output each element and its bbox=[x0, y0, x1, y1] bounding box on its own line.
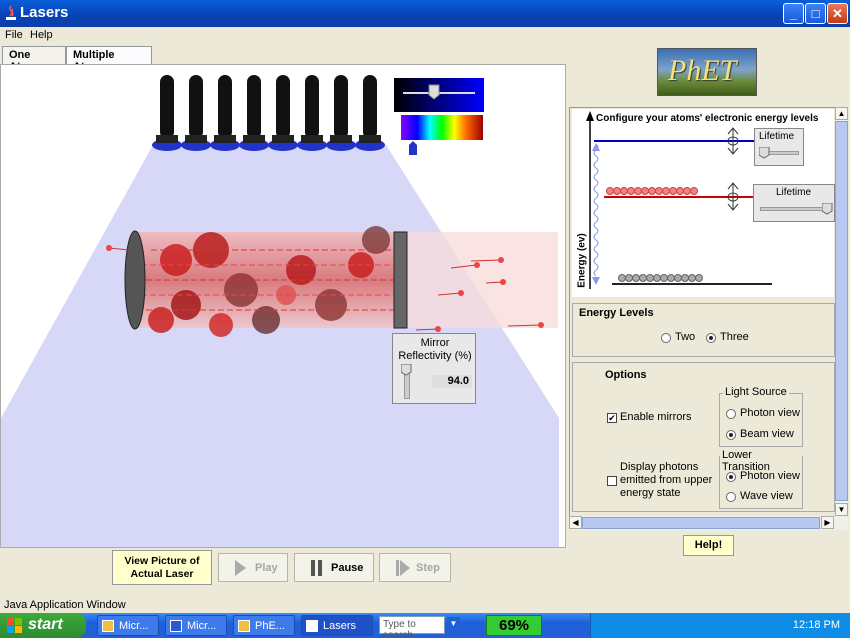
status-bar: Java Application Window bbox=[0, 596, 850, 613]
display-photons-checkbox[interactable] bbox=[607, 476, 617, 486]
app-icon bbox=[102, 620, 114, 632]
energy-level-diagram: Configure your atoms' electronic energy … bbox=[572, 109, 835, 297]
energy-axis-label: Energy (ev) bbox=[576, 233, 588, 288]
pump-lamps bbox=[152, 75, 385, 151]
pause-button[interactable]: Pause bbox=[294, 553, 374, 582]
radio-three-levels[interactable] bbox=[706, 333, 716, 343]
lifetime-track[interactable] bbox=[760, 207, 830, 211]
laser-canvas: Mirror Reflectivity (%) 94.0 bbox=[0, 64, 566, 548]
help-button[interactable]: Help! bbox=[683, 535, 734, 556]
start-button[interactable]: start bbox=[0, 613, 86, 638]
scroll-right-icon[interactable]: ▶ bbox=[821, 516, 834, 529]
tab-multiple-atoms[interactable]: Multiple Atoms bbox=[66, 46, 152, 73]
phet-logo[interactable]: PhET bbox=[657, 48, 757, 96]
lower-photon-view-label[interactable]: Photon view bbox=[740, 470, 800, 482]
play-button[interactable]: Play bbox=[218, 553, 288, 582]
light-source-title: Light Source bbox=[723, 386, 789, 398]
upper-lifetime-slider[interactable]: Lifetime bbox=[754, 128, 804, 166]
java-icon bbox=[6, 5, 16, 20]
folder-icon bbox=[238, 620, 250, 632]
lower-wave-view-label[interactable]: Wave view bbox=[740, 490, 793, 502]
light-photon-view-radio[interactable] bbox=[726, 409, 736, 419]
light-photon-view-label[interactable]: Photon view bbox=[740, 407, 800, 419]
energy-levels-title: Energy Levels bbox=[579, 307, 654, 319]
laser-tube bbox=[124, 226, 408, 337]
search-dropdown-icon[interactable]: ▼ bbox=[447, 617, 460, 630]
windows-taskbar: start Micr... Micr... PhE... Lasers Type… bbox=[0, 613, 850, 638]
mirror-reflectivity-control[interactable]: Mirror Reflectivity (%) 94.0 bbox=[392, 333, 476, 404]
vertical-scroll-thumb[interactable] bbox=[835, 121, 848, 501]
enable-mirrors-label[interactable]: Enable mirrors bbox=[620, 411, 692, 423]
status-text: Java Application Window bbox=[4, 599, 126, 611]
system-tray: 12:18 PM bbox=[590, 613, 850, 638]
view-picture-button[interactable]: View Picture of Actual Laser bbox=[112, 550, 212, 585]
task-item[interactable]: Micr... bbox=[97, 615, 159, 636]
laser-scene bbox=[1, 75, 559, 547]
step-button[interactable]: Step bbox=[379, 553, 451, 582]
menu-file[interactable]: File bbox=[5, 29, 23, 41]
options-group: Options ✔ Enable mirrors Display photons… bbox=[572, 362, 835, 512]
horizontal-scrollbar[interactable]: ◀ ▶ bbox=[569, 516, 848, 530]
vertical-scrollbar[interactable]: ▲ ▼ bbox=[835, 107, 848, 516]
close-button[interactable]: ✕ bbox=[827, 3, 848, 24]
horizontal-scroll-thumb[interactable] bbox=[582, 517, 820, 529]
lower-transition-group: Lower Transition Photon view Wave view bbox=[719, 449, 803, 509]
pause-icon bbox=[311, 560, 322, 576]
windows-logo-icon bbox=[7, 618, 22, 633]
energy-levels-group: Energy Levels Two Three bbox=[572, 303, 835, 357]
display-photons-label[interactable]: Display photons emitted from upper energ… bbox=[620, 461, 716, 500]
play-icon bbox=[235, 560, 246, 576]
mirror-reflectivity-label: Mirror Reflectivity (%) bbox=[398, 337, 472, 362]
lower-photon-view-radio[interactable] bbox=[726, 472, 736, 482]
word-icon bbox=[170, 620, 182, 632]
tab-one-atom[interactable]: One Atom bbox=[2, 46, 66, 73]
menu-bar: File Help bbox=[0, 27, 850, 45]
wavelength-slider[interactable] bbox=[401, 115, 483, 155]
radio-two-label[interactable]: Two bbox=[675, 331, 695, 343]
taskbar-search-input[interactable]: Type to search bbox=[379, 616, 445, 638]
intensity-slider[interactable] bbox=[394, 78, 484, 112]
radio-three-label[interactable]: Three bbox=[720, 331, 749, 343]
scroll-up-icon[interactable]: ▲ bbox=[835, 107, 848, 120]
light-beam-view-radio[interactable] bbox=[726, 430, 736, 440]
lifetime-thumb-icon[interactable] bbox=[822, 203, 834, 215]
task-item[interactable]: PhE... bbox=[233, 615, 295, 636]
battery-indicator[interactable]: 69% bbox=[486, 615, 542, 636]
task-item-lasers[interactable]: Lasers bbox=[301, 615, 373, 636]
output-beam bbox=[406, 232, 558, 328]
minimize-button[interactable]: _ bbox=[783, 3, 804, 24]
lower-wave-view-radio[interactable] bbox=[726, 492, 736, 502]
scroll-down-icon[interactable]: ▼ bbox=[835, 503, 848, 516]
lifetime-thumb-icon[interactable] bbox=[759, 147, 771, 159]
menu-help[interactable]: Help bbox=[30, 29, 53, 41]
window-titlebar: Lasers _ □ ✕ bbox=[0, 0, 850, 27]
radio-two-levels[interactable] bbox=[661, 333, 671, 343]
maximize-button[interactable]: □ bbox=[805, 3, 826, 24]
clock: 12:18 PM bbox=[792, 619, 840, 631]
light-beam-view-label[interactable]: Beam view bbox=[740, 428, 794, 440]
reflectivity-value[interactable]: 94.0 bbox=[432, 375, 472, 388]
middle-lifetime-slider[interactable]: Lifetime bbox=[753, 184, 835, 222]
task-item[interactable]: Micr... bbox=[165, 615, 227, 636]
light-source-group: Light Source Photon view Beam view bbox=[719, 386, 803, 447]
java-icon bbox=[306, 620, 318, 632]
window-title: Lasers bbox=[20, 4, 69, 21]
options-title: Options bbox=[605, 369, 647, 381]
enable-mirrors-checkbox[interactable]: ✔ bbox=[607, 413, 617, 423]
scroll-left-icon[interactable]: ◀ bbox=[569, 516, 582, 529]
step-icon bbox=[396, 560, 410, 576]
slider-thumb-icon[interactable] bbox=[401, 364, 413, 376]
